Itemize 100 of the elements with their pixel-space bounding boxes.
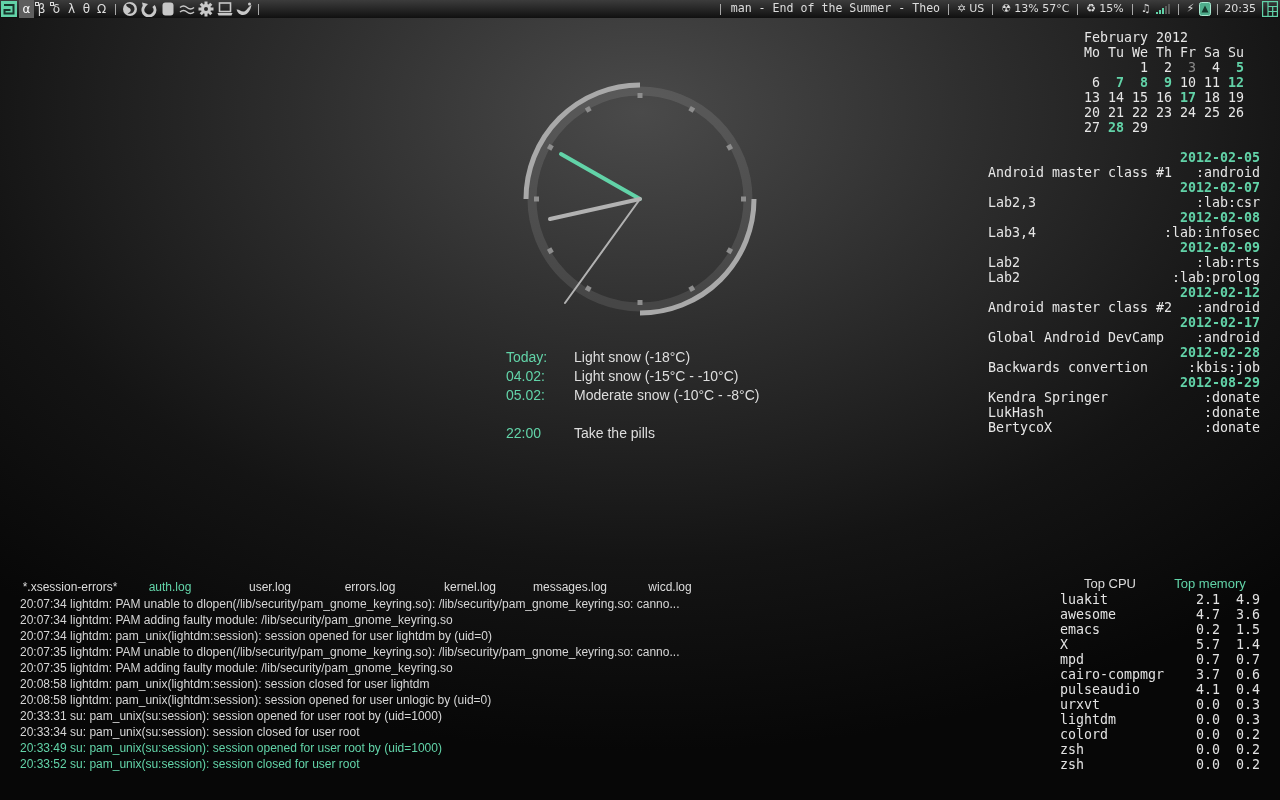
process-value: 0.6 bbox=[1236, 667, 1260, 682]
process-name: colord bbox=[1060, 727, 1110, 742]
calendar-day: 16 bbox=[1156, 90, 1172, 105]
log-tab[interactable]: kernel.log bbox=[444, 579, 496, 596]
swoosh-icon[interactable] bbox=[236, 1, 252, 17]
process-value: 0.2 bbox=[1236, 742, 1260, 757]
weather-forecast: Light snow (-18°C) bbox=[574, 348, 691, 367]
weekday-label: Sa bbox=[1204, 45, 1220, 60]
agenda-date: 2012-02-12 bbox=[1179, 285, 1260, 300]
event-title: Lab3,4 bbox=[988, 225, 1037, 240]
log-tab[interactable]: errors.log bbox=[344, 579, 396, 596]
log-line: 20:08:58 lightdm: pam_unix(lightdm:session): session opened for user unlogic by (uid=0) bbox=[20, 692, 492, 708]
laptop-icon[interactable] bbox=[217, 1, 233, 17]
weekday-label: Tu bbox=[1108, 45, 1124, 60]
process-value: 2.1 bbox=[1196, 592, 1220, 607]
event-tag: :donate bbox=[1203, 405, 1260, 420]
process-value: 0.7 bbox=[1236, 652, 1260, 667]
process-name: urxvt bbox=[1060, 697, 1102, 712]
log-line: 20:07:34 lightdm: pam_unix(lightdm:session): session opened for user lightdm by (uid=0) bbox=[20, 628, 492, 644]
process-value: 5.7 bbox=[1196, 637, 1220, 652]
weekday-label: We bbox=[1132, 45, 1148, 60]
event-tag: :lab:csr bbox=[1195, 195, 1260, 210]
tag-button[interactable]: Ω bbox=[94, 0, 109, 18]
calendar-day: 14 bbox=[1108, 90, 1124, 105]
process-name: emacs bbox=[1060, 622, 1102, 637]
process-value: 0.3 bbox=[1236, 712, 1260, 727]
volume-bars-icon bbox=[1155, 4, 1170, 14]
process-name: mpd bbox=[1060, 652, 1086, 667]
calendar-day: 12 bbox=[1228, 75, 1244, 90]
process-sort-tab[interactable]: Top memory bbox=[1174, 576, 1246, 592]
calendar-day: 25 bbox=[1204, 105, 1220, 120]
calendar-day: 23 bbox=[1156, 105, 1172, 120]
log-line: 20:33:31 su: pam_unix(su:session): session opened for user root by (uid=1000) bbox=[20, 708, 442, 724]
process-name: lightdm bbox=[1060, 712, 1118, 727]
tag-button[interactable]: δ bbox=[49, 0, 64, 18]
process-sort-tab[interactable]: Top CPU bbox=[1084, 576, 1136, 592]
event-title: Backwards convertion bbox=[988, 360, 1149, 375]
star-icon: ✡ bbox=[957, 0, 967, 18]
calendar-day: 11 bbox=[1204, 75, 1220, 90]
event-tag: :lab:prolog bbox=[1171, 270, 1260, 285]
process-value: 3.6 bbox=[1236, 607, 1260, 622]
weather-day-label: 04.02: bbox=[506, 367, 546, 386]
process-name: pulseaudio bbox=[1060, 682, 1142, 697]
calendar-day: 22 bbox=[1132, 105, 1148, 120]
event-title: Lab2,3 bbox=[988, 195, 1037, 210]
weekday-label: Su bbox=[1228, 45, 1244, 60]
log-tab[interactable]: wicd.log bbox=[648, 579, 692, 596]
calendar-day: 26 bbox=[1228, 105, 1244, 120]
log-tab[interactable]: messages.log bbox=[532, 579, 607, 596]
event-tag: :donate bbox=[1203, 420, 1260, 435]
process-name: zsh bbox=[1060, 757, 1086, 772]
radiation-icon: ☢ bbox=[1001, 0, 1012, 18]
process-value: 0.0 bbox=[1196, 742, 1220, 757]
calendar-day: 15 bbox=[1132, 90, 1148, 105]
process-name: X bbox=[1060, 637, 1069, 652]
log-line: 20:33:34 su: pam_unix(su:session): session closed for user root bbox=[20, 724, 360, 740]
calendar-day: 18 bbox=[1204, 90, 1220, 105]
weekday-label: Th bbox=[1156, 45, 1172, 60]
calendar-day: 21 bbox=[1108, 105, 1124, 120]
log-tab[interactable]: user.log bbox=[249, 579, 291, 596]
process-name: luakit bbox=[1060, 592, 1110, 607]
tag-button[interactable]: θ bbox=[79, 0, 94, 18]
process-value: 0.4 bbox=[1236, 682, 1260, 697]
cylinder-icon[interactable] bbox=[160, 1, 176, 17]
tag-button[interactable]: β bbox=[34, 0, 49, 18]
weather-day-label: 05.02: bbox=[506, 386, 546, 405]
weekday-label: Fr bbox=[1180, 45, 1196, 60]
swirl-circle-icon[interactable] bbox=[122, 1, 138, 17]
event-title: Global Android DevCamp bbox=[988, 330, 1165, 345]
calendar-day: 1 bbox=[1132, 60, 1148, 75]
process-value: 0.0 bbox=[1196, 757, 1220, 772]
logo-icon[interactable] bbox=[1, 1, 17, 17]
process-value: 0.2 bbox=[1196, 622, 1220, 637]
process-value: 4.1 bbox=[1196, 682, 1220, 697]
tag-button[interactable]: α bbox=[19, 0, 34, 18]
calendar-day: 4 bbox=[1204, 60, 1220, 75]
lightning-icon: ⚡ bbox=[1186, 0, 1195, 18]
tag-button[interactable]: λ bbox=[64, 0, 79, 18]
grid-icon[interactable] bbox=[1262, 1, 1278, 17]
now-playing-text: man - End of the Summer - Theo bbox=[730, 0, 941, 18]
event-title: Lab2 bbox=[988, 255, 1021, 270]
log-line: 20:07:35 lightdm: PAM adding faulty module: /lib/security/pam_gnome_keyring.so bbox=[20, 660, 453, 676]
circular-arrow-icon[interactable] bbox=[141, 1, 157, 17]
cpu-usage-label: 13% 57°C bbox=[1014, 0, 1070, 17]
calendar-day: 19 bbox=[1228, 90, 1244, 105]
log-tab[interactable]: auth.log bbox=[148, 579, 192, 596]
settings-icon[interactable] bbox=[198, 1, 214, 17]
calendar-day: 28 bbox=[1108, 120, 1124, 135]
event-tag: :lab:infosec bbox=[1163, 225, 1260, 240]
process-name: cairo-compmgr bbox=[1060, 667, 1166, 682]
event-title: Android master class #2 bbox=[988, 300, 1173, 315]
process-value: 0.0 bbox=[1196, 727, 1220, 742]
log-line: 20:33:49 su: pam_unix(su:session): session opened for user root by (uid=1000) bbox=[20, 740, 442, 756]
weather-forecast: Moderate snow (-10°C - -8°C) bbox=[574, 386, 760, 405]
calendar-day: 7 bbox=[1108, 75, 1124, 90]
calendar-day: 27 bbox=[1084, 120, 1100, 135]
agenda-date: 2012-08-29 bbox=[1179, 375, 1260, 390]
event-tag: :android bbox=[1195, 165, 1260, 180]
log-tab[interactable]: *.xsession-errors* bbox=[22, 579, 118, 596]
log-line: 20:08:58 lightdm: pam_unix(lightdm:session): session closed for user lightdm bbox=[20, 676, 430, 692]
